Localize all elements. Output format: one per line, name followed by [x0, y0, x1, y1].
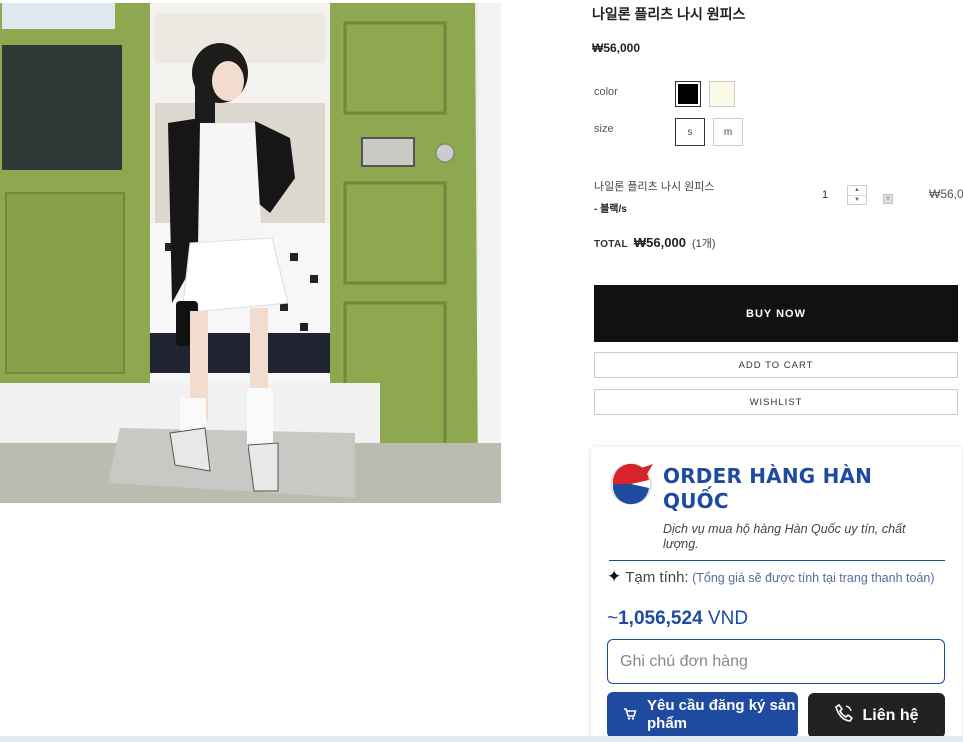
total-count: (1개) [691, 238, 716, 250]
color-label: color [594, 86, 618, 98]
page-bottom-strip [0, 736, 963, 742]
estimate-title: Tạm tính: [625, 569, 689, 586]
selected-item-name: 나일론 플리츠 나시 원피스 [594, 181, 715, 193]
phone-icon [834, 703, 854, 728]
quantity-down-icon[interactable]: ▼ [848, 194, 866, 205]
divider [609, 560, 945, 561]
amount-value: 1,056,524 [618, 608, 703, 629]
amount-currency: VND [707, 608, 749, 629]
color-swatch-black[interactable] [675, 81, 701, 107]
quantity-up-icon[interactable]: ▲ [848, 186, 866, 195]
estimate-note: (Tổng giá sẽ được tính tại trang thanh t… [692, 571, 935, 585]
total-row: TOTAL ₩56,000 (1개) [594, 235, 716, 251]
add-to-cart-button[interactable]: ADD TO CART [594, 352, 958, 378]
product-price: ₩56,000 [592, 41, 641, 55]
wishlist-button[interactable]: WISHLIST [594, 389, 958, 415]
total-label: TOTAL [594, 239, 628, 250]
quantity-value[interactable]: 1 [822, 189, 828, 201]
size-label: size [594, 123, 614, 135]
estimate-row: ✦ Tạm tính: (Tổng giá sẽ được tính tại tr… [607, 565, 947, 590]
selected-item-option: - 블랙/s [594, 204, 627, 215]
buy-now-button[interactable]: BUY NOW [594, 285, 958, 342]
remove-item-icon[interactable]: × [883, 194, 893, 204]
order-widget-title: ORDER HÀNG HÀN QUỐC [663, 464, 873, 513]
order-note-input[interactable] [607, 639, 945, 684]
color-swatch-black-fill [678, 84, 698, 104]
request-product-button[interactable]: Yêu cầu đăng ký sản phẩm [607, 692, 798, 738]
request-product-label: Yêu cầu đăng ký sản phẩm [647, 697, 796, 732]
order-widget: ORDER HÀNG HÀN QUỐC Dịch vụ mua hộ hàng … [591, 447, 962, 742]
size-option-s[interactable]: s [675, 118, 705, 146]
contact-label: Liên hệ [862, 706, 919, 724]
total-amount: ₩56,000 [633, 235, 686, 250]
estimate-amount: ~1,056,524 VND [607, 608, 748, 630]
contact-button[interactable]: Liên hệ [808, 693, 945, 738]
order-widget-description: Dịch vụ mua hộ hàng Hàn Quốc uy tín, chấ… [663, 522, 906, 551]
sparkle-icon: ✦ [607, 567, 622, 586]
size-option-m[interactable]: m [713, 118, 743, 146]
product-title: 나일론 플리츠 나시 원피스 [592, 6, 746, 22]
amount-prefix: ~ [607, 608, 619, 629]
product-photo[interactable] [0, 3, 501, 503]
order-logo-icon [609, 460, 655, 506]
line-item-price: ₩56,0 [929, 187, 963, 201]
quantity-stepper[interactable]: ▲ ▼ [847, 185, 867, 205]
cart-icon [623, 707, 637, 724]
color-swatch-cream[interactable] [709, 81, 735, 107]
